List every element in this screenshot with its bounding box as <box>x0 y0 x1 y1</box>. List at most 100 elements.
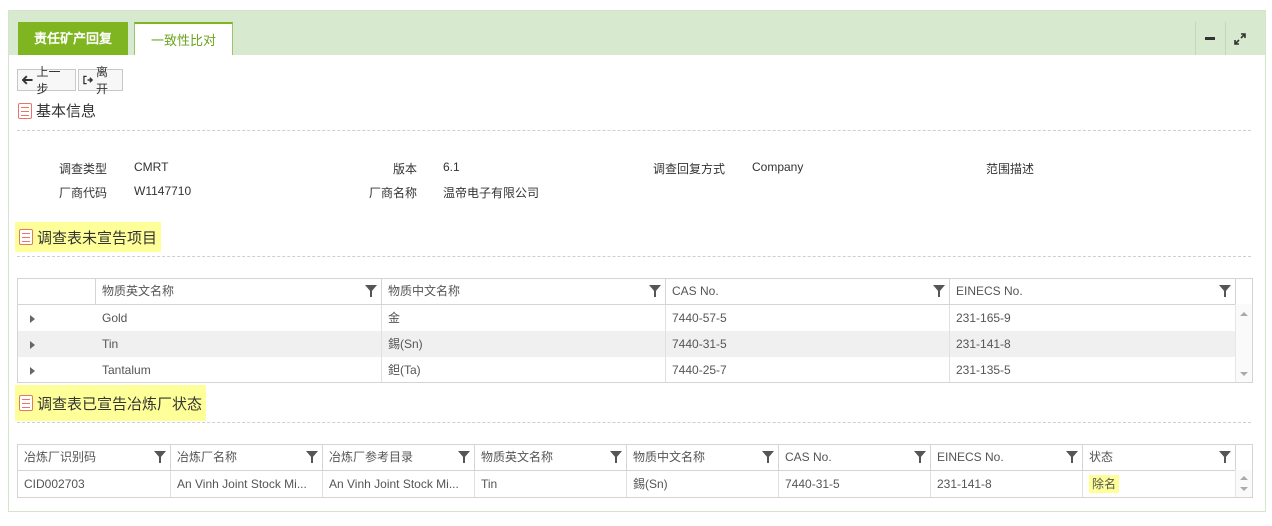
expand-icon <box>1233 32 1246 45</box>
basic-info-title-text: 基本信息 <box>36 103 97 120</box>
undeclared-title-text: 调查表未宣告项目 <box>37 229 158 247</box>
grid-header: 物质英文名称 物质中文名称 CAS No. EINECS No. <box>18 279 1236 305</box>
column-header[interactable]: 冶炼厂识别码 <box>18 445 171 470</box>
vendor-name-value: 温帝电子有限公司 <box>443 186 540 200</box>
expand-row-icon[interactable] <box>30 315 35 323</box>
vendor-code-value: W1147710 <box>134 184 192 198</box>
undeclared-title: 调查表未宣告项目 <box>15 222 162 252</box>
exit-icon <box>83 75 94 85</box>
column-header[interactable]: CAS No. <box>779 445 931 470</box>
column-header[interactable]: 物质英文名称 <box>96 279 382 304</box>
minus-icon <box>1204 37 1215 40</box>
reply-mode-label: 调查回复方式 <box>652 162 725 176</box>
scroll-up-icon[interactable] <box>1240 476 1248 480</box>
scroll-up-icon[interactable] <box>1240 312 1248 316</box>
table-cell: 7440-25-7 <box>666 357 950 382</box>
vertical-scrollbar[interactable] <box>1235 304 1252 382</box>
vendor-code-label: 厂商代码 <box>58 186 107 200</box>
table-cell: 231-141-8 <box>931 471 1083 497</box>
column-header-text: EINECS No. <box>937 450 1004 464</box>
declared-title-text: 调查表已宣告冶炼厂状态 <box>37 395 203 413</box>
reply-mode-value: Company <box>752 160 804 174</box>
column-header[interactable]: 物质中文名称 <box>627 445 779 470</box>
vertical-scrollbar[interactable] <box>1235 470 1252 497</box>
prev-step-button[interactable]: 上一步 <box>17 65 76 96</box>
table-row[interactable]: Tin 錫(Sn) 7440-31-5 231-141-8 <box>18 331 1236 357</box>
filter-icon[interactable] <box>762 451 774 463</box>
column-header-text: 物质英文名称 <box>481 450 554 464</box>
filter-icon[interactable] <box>458 451 470 463</box>
table-row[interactable]: Tantalum 鉭(Ta) 7440-25-7 231-135-5 <box>18 357 1236 382</box>
column-header-text: 冶炼厂识别码 <box>24 450 97 464</box>
column-header[interactable]: CAS No. <box>666 279 950 304</box>
table-cell: 7440-57-5 <box>666 305 950 331</box>
list-icon <box>18 102 32 119</box>
column-header-text: 冶炼厂名称 <box>177 450 238 464</box>
declared-grid: 冶炼厂识别码 冶炼厂名称 冶炼厂参考目录 物质英文名称 物质中文名称 CAS N… <box>17 444 1253 498</box>
table-cell: Tin <box>96 331 382 357</box>
scroll-down-icon[interactable] <box>1240 372 1248 376</box>
divider <box>17 422 1251 423</box>
maximize-button[interactable] <box>1225 22 1253 55</box>
version-value: 6.1 <box>443 160 460 174</box>
scroll-down-icon[interactable] <box>1240 487 1248 491</box>
filter-icon[interactable] <box>933 285 945 297</box>
table-cell: 7440-31-5 <box>666 331 950 357</box>
filter-icon[interactable] <box>1219 451 1231 463</box>
column-header[interactable]: 状态 <box>1083 445 1236 470</box>
tab-responsible-minerals-reply[interactable]: 责任矿产回复 <box>18 22 128 55</box>
table-cell: 錫(Sn) <box>627 471 779 497</box>
table-cell: 231-135-5 <box>950 357 1236 382</box>
column-header[interactable]: 物质中文名称 <box>382 279 666 304</box>
declared-title: 调查表已宣告冶炼厂状态 <box>15 385 207 421</box>
basic-info-title: 基本信息 <box>18 100 96 121</box>
column-header-text: 物质中文名称 <box>388 284 461 298</box>
column-header[interactable]: 物质英文名称 <box>475 445 627 470</box>
undeclared-grid: 物质英文名称 物质中文名称 CAS No. EINECS No. Gold 金 … <box>17 278 1253 383</box>
filter-icon[interactable] <box>365 285 377 297</box>
divider <box>17 130 1251 131</box>
tab-bar: 责任矿产回复 一致性比对 <box>9 11 1265 55</box>
column-header[interactable]: EINECS No. <box>931 445 1083 470</box>
list-icon <box>19 395 33 411</box>
vendor-name-label: 厂商名称 <box>368 186 417 200</box>
filter-icon[interactable] <box>1219 285 1231 297</box>
main-panel: 责任矿产回复 一致性比对 上一步 离开 基本信息 调查类型 CMRT 版本 6.… <box>8 10 1266 512</box>
grid-header: 冶炼厂识别码 冶炼厂名称 冶炼厂参考目录 物质英文名称 物质中文名称 CAS N… <box>18 445 1236 471</box>
table-cell: An Vinh Joint Stock Mi... <box>171 471 323 497</box>
leave-button[interactable]: 离开 <box>78 65 123 96</box>
column-header-text: 物质英文名称 <box>102 284 175 298</box>
column-header[interactable]: 冶炼厂名称 <box>171 445 323 470</box>
status-badge: 除名 <box>1089 475 1120 493</box>
survey-type-label: 调查类型 <box>58 162 107 176</box>
minimize-button[interactable] <box>1195 22 1223 55</box>
version-label: 版本 <box>392 162 417 176</box>
table-row[interactable]: Gold 金 7440-57-5 231-165-9 <box>18 305 1236 331</box>
table-row[interactable]: CID002703 An Vinh Joint Stock Mi... An V… <box>18 471 1236 497</box>
filter-icon[interactable] <box>649 285 661 297</box>
filter-icon[interactable] <box>1066 451 1078 463</box>
column-header[interactable]: 冶炼厂参考目录 <box>323 445 475 470</box>
table-cell: Tantalum <box>96 357 382 382</box>
table-cell: 231-141-8 <box>950 331 1236 357</box>
filter-icon[interactable] <box>154 451 166 463</box>
expand-row-icon[interactable] <box>30 341 35 349</box>
table-cell: 金 <box>382 305 666 331</box>
column-header[interactable]: EINECS No. <box>950 279 1236 304</box>
status-cell: 除名 <box>1083 471 1236 497</box>
column-header-text: CAS No. <box>785 450 832 464</box>
column-header-text: 冶炼厂参考目录 <box>329 450 414 464</box>
table-cell: Tin <box>475 471 627 497</box>
table-cell: 231-165-9 <box>950 305 1236 331</box>
filter-icon[interactable] <box>610 451 622 463</box>
expand-row-icon[interactable] <box>30 367 35 375</box>
arrow-left-icon <box>22 75 33 85</box>
filter-icon[interactable] <box>306 451 318 463</box>
tab-consistency-compare[interactable]: 一致性比对 <box>134 22 233 55</box>
table-cell: CID002703 <box>18 471 171 497</box>
table-cell: An Vinh Joint Stock Mi... <box>323 471 475 497</box>
filter-icon[interactable] <box>914 451 926 463</box>
list-icon <box>19 229 33 245</box>
column-header-text: 状态 <box>1089 450 1114 464</box>
column-header-text: EINECS No. <box>956 284 1023 298</box>
